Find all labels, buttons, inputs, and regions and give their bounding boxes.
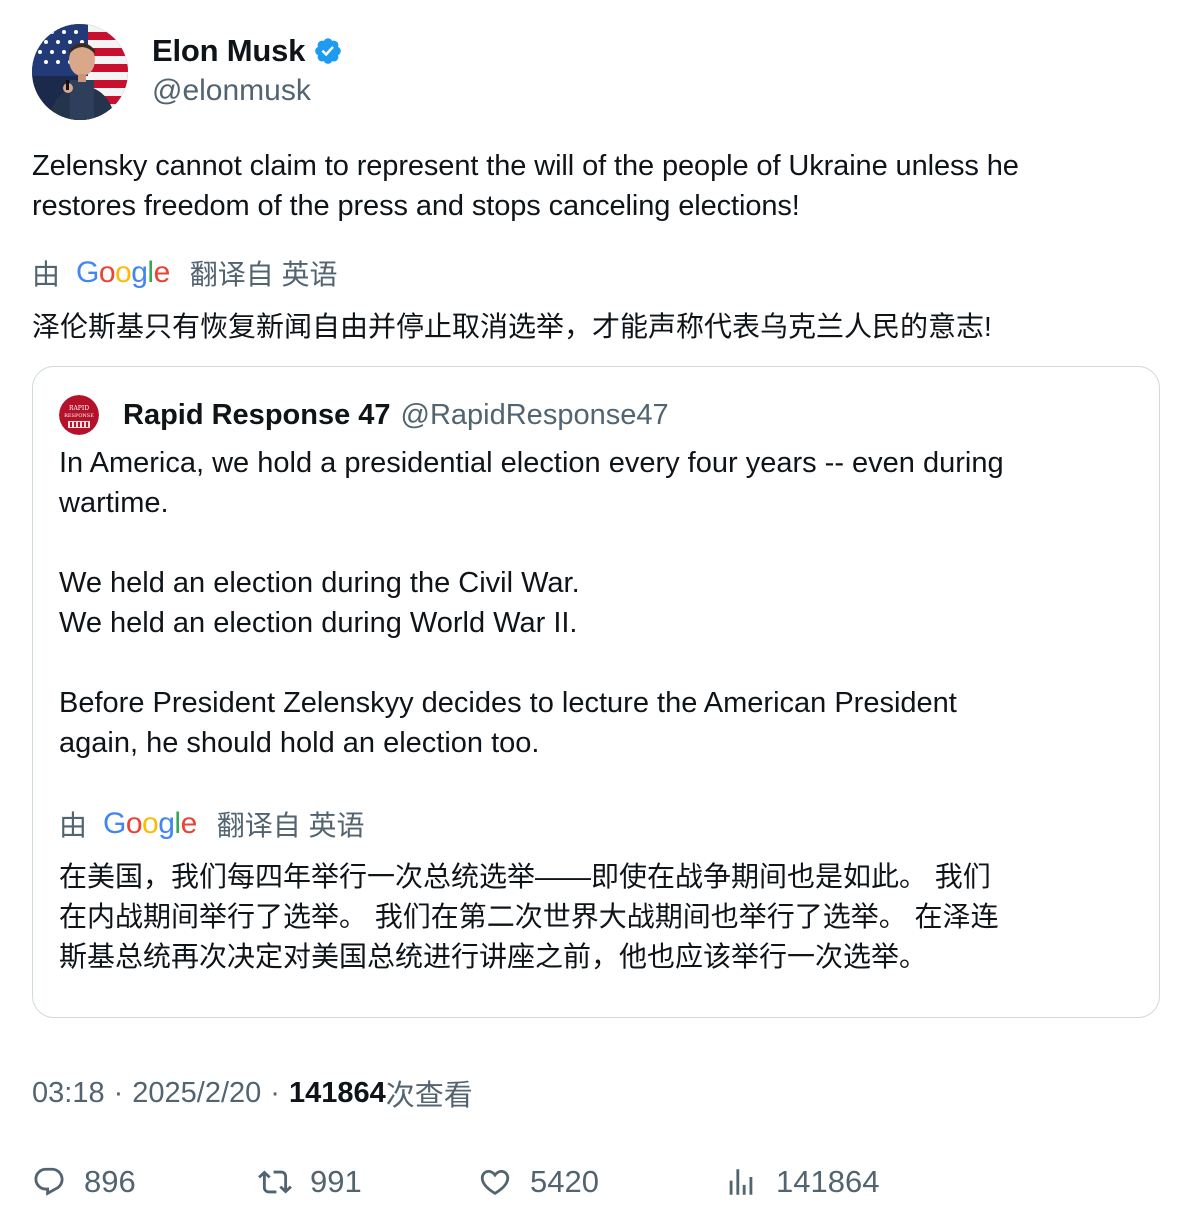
- tweet-date[interactable]: 2025/2/20: [132, 1077, 261, 1110]
- tweet-header: Elon Musk @elonmusk: [32, 24, 343, 120]
- svg-text:RAPID: RAPID: [69, 405, 89, 412]
- google-logo[interactable]: Google: [76, 256, 170, 290]
- translate-from-label: 翻译自 英语: [216, 810, 365, 841]
- tweet-translation: 泽伦斯基只有恢复新闻自由并停止取消选举，才能声称代表乌克兰人民的意志!: [32, 311, 992, 342]
- views-action-count: 141864: [776, 1164, 880, 1199]
- quoted-tweet-card[interactable]: RAPID RESPONSE Rapid Response 47 @RapidR…: [32, 366, 1160, 1018]
- svg-text:RESPONSE: RESPONSE: [64, 413, 94, 419]
- meta-separator: ·: [113, 1076, 124, 1109]
- quoted-translation-line: 在美国，我们每四年举行一次总统选举——即使在战争期间也是如此。 我们: [59, 861, 991, 892]
- translate-by-label: 由: [59, 810, 88, 841]
- reply-count: 896: [84, 1164, 136, 1199]
- quoted-author-handle[interactable]: @RapidResponse47: [401, 399, 669, 432]
- quoted-text-line: In America, we hold a presidential elect…: [59, 447, 1004, 479]
- quoted-tweet-header: RAPID RESPONSE Rapid Response 47 @RapidR…: [59, 395, 669, 435]
- verified-badge-icon: [313, 36, 343, 66]
- author-name-row: Elon Musk: [152, 30, 343, 72]
- quoted-translation-attribution: 由 Google 翻译自 英语: [59, 803, 365, 845]
- like-count: 5420: [530, 1164, 599, 1199]
- quoted-tweet-text: In America, we hold a presidential elect…: [59, 443, 1139, 763]
- translate-by-label: 由: [32, 259, 61, 290]
- tweet-text-line: Zelensky cannot claim to represent the w…: [32, 150, 1019, 182]
- quoted-text-line: We held an election during the Civil War…: [59, 567, 580, 599]
- translate-from-label: 翻译自 英语: [189, 259, 338, 290]
- google-logo[interactable]: Google: [103, 807, 197, 841]
- views-button[interactable]: 141864: [724, 1158, 879, 1206]
- quoted-text-line: again, he should hold an election too.: [59, 727, 540, 759]
- quoted-translation: 在美国，我们每四年举行一次总统选举——即使在战争期间也是如此。 我们 在内战期间…: [59, 857, 999, 977]
- heart-icon: [480, 1169, 510, 1195]
- tweet-text-line: restores freedom of the press and stops …: [32, 190, 800, 222]
- tweet-text: Zelensky cannot claim to represent the w…: [32, 146, 1167, 226]
- quoted-text-line: We held an election during World War II.: [59, 607, 578, 639]
- author-handle[interactable]: @elonmusk: [152, 74, 343, 108]
- meta-separator: ·: [270, 1076, 280, 1109]
- tweet-meta: 03:18 · 2025/2/20 · 141864 次查看: [32, 1072, 473, 1114]
- reply-button[interactable]: 896: [32, 1158, 136, 1206]
- views-count: 141864: [288, 1076, 386, 1109]
- translation-attribution: 由 Google 翻译自 英语: [32, 252, 338, 294]
- retweet-button[interactable]: 991: [258, 1158, 362, 1206]
- retweet-arrows-icon: [258, 1170, 292, 1194]
- quoted-text-line: wartime.: [59, 487, 169, 519]
- author-avatar[interactable]: [32, 24, 128, 120]
- bar-chart-icon: [729, 1169, 753, 1195]
- author-names: Elon Musk @elonmusk: [152, 30, 343, 108]
- like-button[interactable]: 5420: [478, 1158, 599, 1206]
- quoted-text-line: Before President Zelenskyy decides to le…: [59, 687, 957, 719]
- tweet-actions: 896 991 5420 141864: [32, 1158, 1162, 1206]
- quoted-author-avatar[interactable]: RAPID RESPONSE: [59, 395, 99, 435]
- quoted-translation-line: 在内战期间举行了选举。 我们在第二次世界大战期间也举行了选举。 在泽连: [59, 901, 999, 932]
- retweet-count: 991: [310, 1164, 362, 1199]
- tweet-time[interactable]: 03:18: [32, 1077, 105, 1110]
- views-label: 次查看: [385, 1080, 473, 1112]
- quoted-author-display-name[interactable]: Rapid Response 47: [123, 399, 391, 432]
- author-display-name[interactable]: Elon Musk: [152, 33, 305, 69]
- quoted-translation-line: 斯基总统再次决定对美国总统进行讲座之前，他也应该举行一次选举。: [59, 941, 928, 972]
- speech-bubble-icon: [34, 1167, 64, 1196]
